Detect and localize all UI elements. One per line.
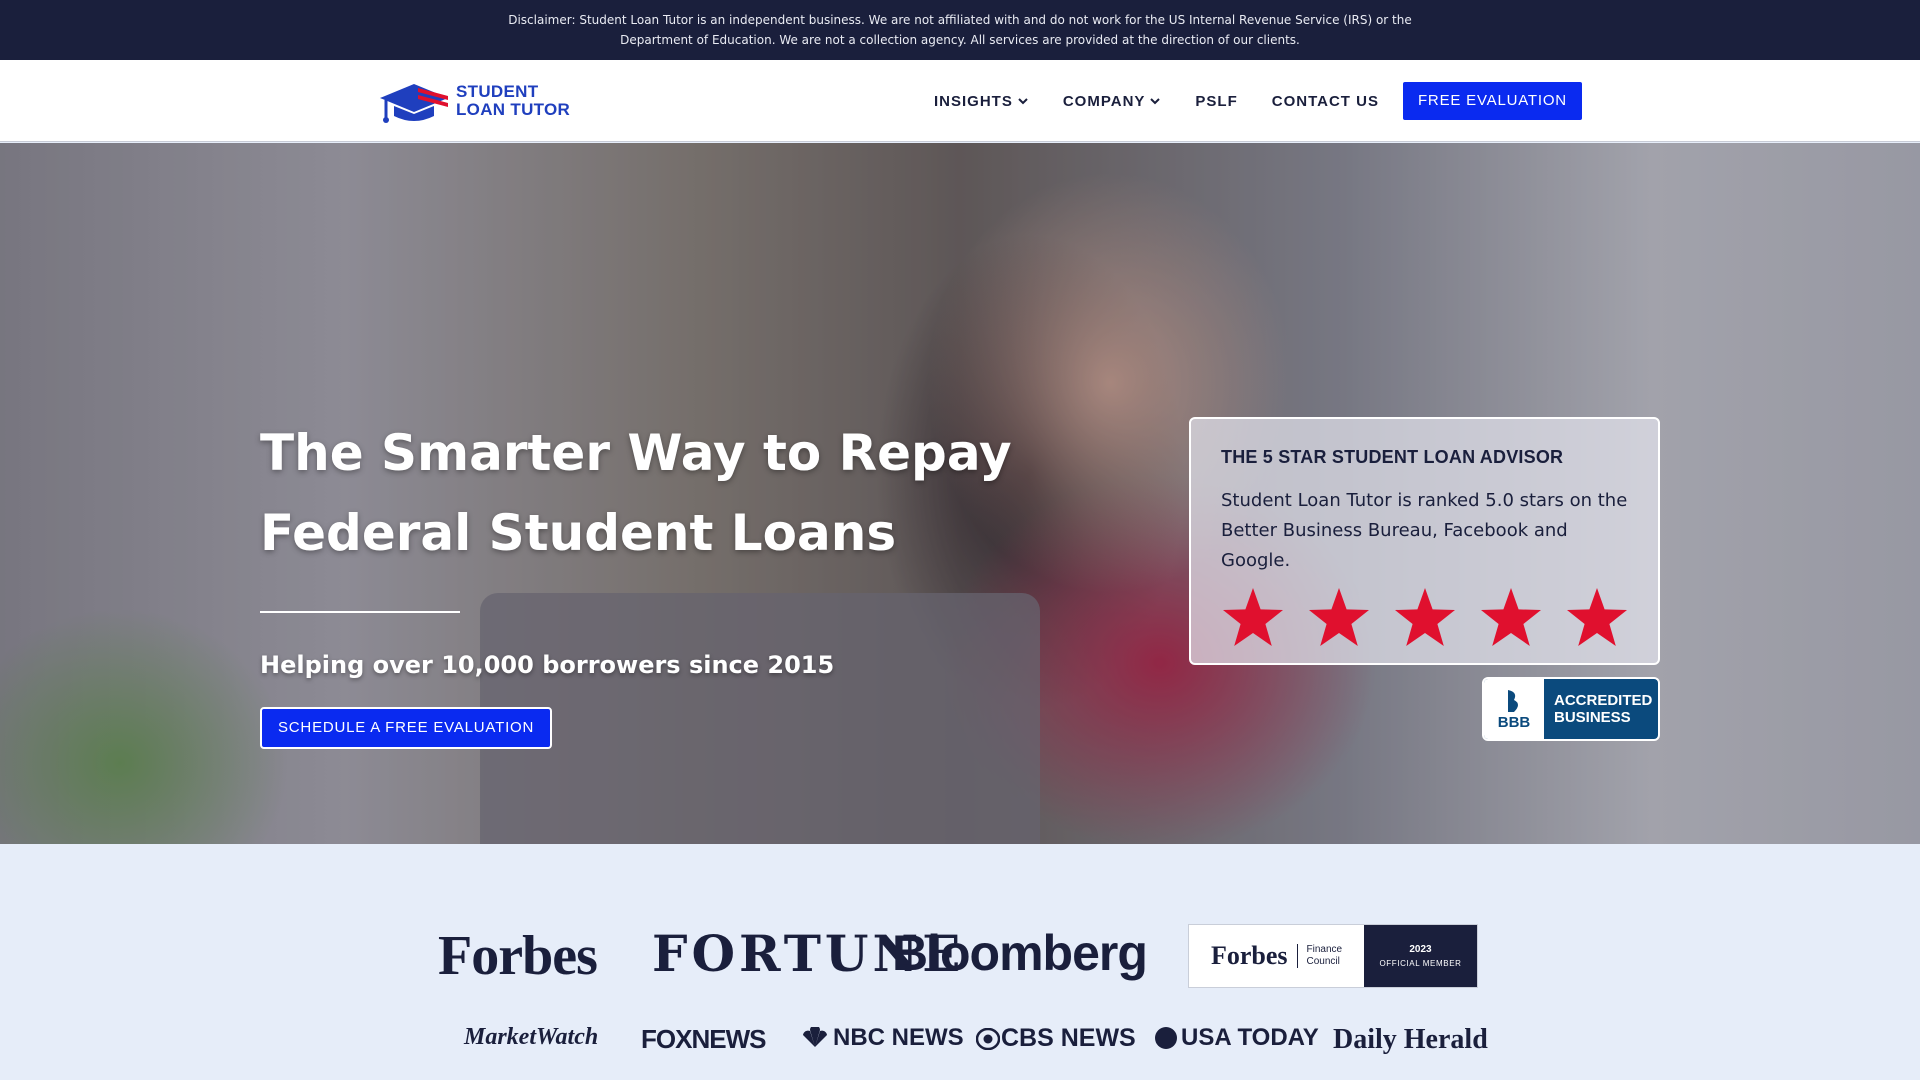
bloomberg-logo: Bloomberg — [892, 925, 1148, 981]
press-row-1: Forbes FORTUNE Bloomberg — [0, 924, 1920, 988]
press-section: Forbes FORTUNE Bloomberg Forbes Finance … — [0, 844, 1920, 1080]
nav-pslf-label: PSLF — [1195, 92, 1238, 110]
ffc-brand: Forbes Finance Council — [1189, 925, 1364, 987]
star-icon — [1393, 586, 1457, 650]
logo-line-2: LOAN TUTOR — [456, 100, 571, 119]
nav-contact-us[interactable]: CONTACT US — [1272, 93, 1379, 110]
ffc-official-member: OFFICIAL MEMBER — [1379, 959, 1462, 968]
ffc-forbes: Forbes — [1210, 941, 1288, 970]
hero-content: The Smarter Way to Repay Federal Student… — [260, 413, 1020, 749]
disclaimer-text: Disclaimer: Student Loan Tutor is an ind… — [508, 13, 1412, 47]
bbb-line-2: BUSINESS — [1554, 709, 1631, 726]
rating-text: Student Loan Tutor is ranked 5.0 stars o… — [1221, 490, 1628, 571]
cbs-news-label: CBS NEWS — [1001, 1024, 1136, 1052]
daily-herald-logo: Daily Herald — [1333, 1024, 1488, 1055]
star-icon — [1565, 586, 1629, 650]
nav-insights-label: INSIGHTS — [934, 92, 1013, 110]
marketwatch-logo: MarketWatch — [464, 1024, 599, 1050]
hero-divider — [260, 611, 460, 613]
ffc-membership: 2023 OFFICIAL MEMBER — [1364, 925, 1477, 987]
ffc-line-1: Finance — [1306, 944, 1343, 955]
rating-title: THE 5 STAR STUDENT LOAN ADVISOR — [1221, 447, 1564, 467]
usa-today-dot-icon — [1155, 1027, 1177, 1049]
press-row-2: MarketWatch FOXNEWS NBC NEWS CBS NEWS US… — [0, 1024, 1920, 1058]
cbs-news-logo: CBS NEWS — [976, 1024, 1136, 1053]
nav-pslf[interactable]: PSLF — [1195, 93, 1237, 110]
chevron-down-icon — [1018, 98, 1028, 105]
foxnews-logo: FOXNEWS — [641, 1024, 766, 1054]
hero-title: The Smarter Way to Repay Federal Student… — [260, 424, 1012, 562]
logo[interactable]: STUDENT LOAN TUTOR — [378, 78, 570, 124]
nav-company[interactable]: COMPANY — [1063, 93, 1162, 110]
bbb-line-1: ACCREDITED — [1554, 692, 1653, 709]
nav-company-label: COMPANY — [1062, 92, 1146, 110]
logo-line-1: STUDENT — [456, 82, 539, 101]
bbb-accredited-badge[interactable]: BBB ACCREDITED BUSINESS — [1482, 677, 1660, 741]
usa-today-label: USA TODAY — [1181, 1024, 1319, 1051]
bbb-text: ACCREDITED BUSINESS — [1554, 692, 1652, 726]
graduation-cap-icon — [380, 84, 448, 123]
hero-subtitle: Helping over 10,000 borrowers since 2015 — [260, 651, 835, 679]
nav-contact-label: CONTACT US — [1271, 92, 1379, 110]
schedule-evaluation-button[interactable]: SCHEDULE A FREE EVALUATION — [260, 707, 553, 749]
site-header: STUDENT LOAN TUTOR INSIGHTS COMPANY PSLF… — [0, 60, 1920, 142]
disclaimer-bar: Disclaimer: Student Loan Tutor is an ind… — [0, 0, 1920, 60]
bbb-seal-icon: BBB — [1484, 679, 1544, 739]
star-rating — [1221, 586, 1628, 650]
forbes-finance-council-badge: Forbes Finance Council 2023 OFFICIAL MEM… — [1188, 924, 1478, 988]
hero-section: The Smarter Way to Repay Federal Student… — [0, 143, 1920, 844]
forbes-logo: Forbes — [438, 925, 598, 987]
nav-insights[interactable]: INSIGHTS — [934, 93, 1029, 110]
ffc-year: 2023 — [1409, 944, 1432, 955]
logo-text: STUDENT LOAN TUTOR — [456, 83, 570, 119]
star-icon — [1221, 586, 1285, 650]
star-icon — [1479, 586, 1543, 650]
cbs-eye-icon — [976, 1027, 1000, 1050]
ffc-council-label: Finance Council — [1297, 944, 1342, 968]
chevron-down-icon — [1150, 98, 1161, 105]
star-icon — [1307, 586, 1371, 650]
nbc-news-label: NBC NEWS — [833, 1024, 964, 1051]
rating-card: THE 5 STAR STUDENT LOAN ADVISOR Student … — [1189, 417, 1660, 665]
free-evaluation-button[interactable]: FREE EVALUATION — [1402, 82, 1582, 120]
peacock-icon — [803, 1027, 827, 1047]
bbb-seal-label: BBB — [1497, 713, 1531, 731]
main-nav: INSIGHTS COMPANY PSLF CONTACT US FREE EV… — [934, 82, 1582, 120]
nbc-news-logo: NBC NEWS — [800, 1024, 964, 1052]
usa-today-logo: USA TODAY — [1154, 1024, 1319, 1052]
ffc-line-2: Council — [1306, 956, 1340, 967]
